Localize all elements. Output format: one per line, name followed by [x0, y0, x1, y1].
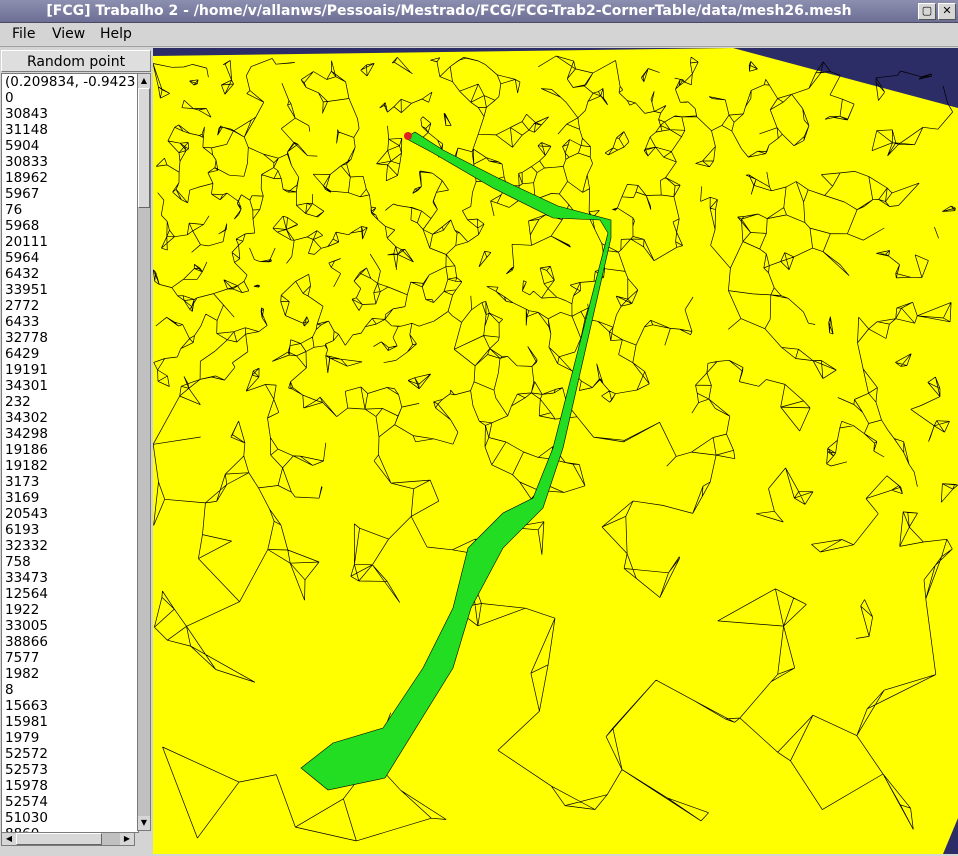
list-item[interactable]: 32332: [2, 538, 138, 554]
scroll-left-arrow-icon[interactable]: ◀: [2, 833, 16, 845]
list-item[interactable]: 19186: [2, 442, 138, 458]
list-item[interactable]: 20543: [2, 506, 138, 522]
list-item[interactable]: 758: [2, 554, 138, 570]
start-point-marker: [404, 132, 412, 140]
menu-file[interactable]: File: [12, 23, 35, 46]
list-item[interactable]: 30833: [2, 154, 138, 170]
window-title: [FCG] Trabalho 2 - /home/v/allanws/Pesso…: [46, 3, 852, 19]
list-item[interactable]: 33473: [2, 570, 138, 586]
list-item[interactable]: 6429: [2, 346, 138, 362]
title-bar[interactable]: [FCG] Trabalho 2 - /home/v/allanws/Pesso…: [0, 0, 958, 23]
list-item[interactable]: 15663: [2, 698, 138, 714]
list-item[interactable]: 52574: [2, 794, 138, 810]
scroll-down-arrow-icon[interactable]: ▼: [138, 816, 150, 830]
list-item[interactable]: 33951: [2, 282, 138, 298]
list-item[interactable]: 15981: [2, 714, 138, 730]
list-item[interactable]: 1922: [2, 602, 138, 618]
list-item[interactable]: 6193: [2, 522, 138, 538]
list-item[interactable]: 1982: [2, 666, 138, 682]
list-item[interactable]: 52572: [2, 746, 138, 762]
list-item[interactable]: 6433: [2, 314, 138, 330]
list-item[interactable]: 5964: [2, 250, 138, 266]
list-horizontal-scrollbar[interactable]: ◀ ▶: [1, 832, 135, 846]
list-item[interactable]: 34302: [2, 410, 138, 426]
list-item[interactable]: 30843: [2, 106, 138, 122]
list-item[interactable]: 34301: [2, 378, 138, 394]
mesh-viewport[interactable]: [153, 48, 958, 854]
list-item[interactable]: 20111: [2, 234, 138, 250]
list-item[interactable]: 31148: [2, 122, 138, 138]
list-item[interactable]: 52573: [2, 762, 138, 778]
list-item[interactable]: 232: [2, 394, 138, 410]
list-item[interactable]: 7577: [2, 650, 138, 666]
list-item[interactable]: 6432: [2, 266, 138, 282]
list-item[interactable]: (0.209834, -0.9423: [2, 74, 138, 90]
list-item[interactable]: 1979: [2, 730, 138, 746]
scroll-right-arrow-icon[interactable]: ▶: [120, 833, 134, 845]
list-item[interactable]: 32778: [2, 330, 138, 346]
list-item[interactable]: 5967: [2, 186, 138, 202]
minimize-button[interactable]: ▢: [918, 3, 936, 20]
list-item[interactable]: 34298: [2, 426, 138, 442]
scroll-thumb[interactable]: [138, 88, 150, 208]
menu-bar: File View Help: [0, 23, 958, 47]
list-item[interactable]: 3173: [2, 474, 138, 490]
mesh-render[interactable]: [153, 48, 958, 854]
menu-view[interactable]: View: [52, 23, 85, 46]
list-item[interactable]: 5968: [2, 218, 138, 234]
scroll-up-arrow-icon[interactable]: ▲: [138, 74, 150, 88]
list-item[interactable]: 18962: [2, 170, 138, 186]
list-item[interactable]: 3169: [2, 490, 138, 506]
menu-help[interactable]: Help: [100, 23, 132, 46]
list-item[interactable]: 5904: [2, 138, 138, 154]
side-panel: Random point (0.209834, -0.9423 0 30843 311…: [0, 48, 152, 854]
list-item[interactable]: 76: [2, 202, 138, 218]
close-button[interactable]: ✕: [938, 3, 956, 20]
vertex-list[interactable]: (0.209834, -0.9423 0 30843 31148 5904 30833 18…: [1, 73, 139, 833]
list-item[interactable]: 19191: [2, 362, 138, 378]
list-item[interactable]: 19182: [2, 458, 138, 474]
hscroll-thumb[interactable]: [16, 833, 102, 845]
list-item[interactable]: 0: [2, 90, 138, 106]
list-item[interactable]: 51030: [2, 810, 138, 826]
list-item[interactable]: 2772: [2, 298, 138, 314]
list-item[interactable]: 12564: [2, 586, 138, 602]
list-item[interactable]: 33005: [2, 618, 138, 634]
list-item[interactable]: 8: [2, 682, 138, 698]
random-point-button[interactable]: Random point: [1, 50, 151, 72]
list-item[interactable]: 15978: [2, 778, 138, 794]
list-item[interactable]: 38866: [2, 634, 138, 650]
list-vertical-scrollbar[interactable]: ▲ ▼: [137, 73, 151, 831]
